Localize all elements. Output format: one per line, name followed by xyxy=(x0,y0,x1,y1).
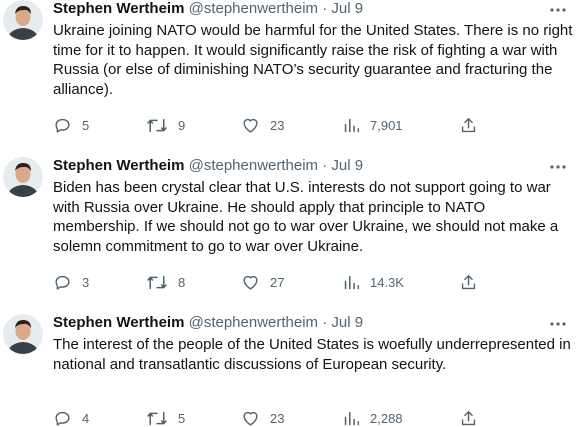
retweet-button[interactable]: 9 xyxy=(146,115,185,135)
views-icon xyxy=(344,118,360,132)
author-handle[interactable]: @stephenwertheim xyxy=(189,157,318,174)
more-icon[interactable] xyxy=(549,157,567,177)
views-icon xyxy=(344,411,360,425)
reply-icon xyxy=(55,411,70,426)
heart-icon xyxy=(243,275,258,290)
tweet-actions: 5 9 23 7,901 xyxy=(53,115,483,135)
reply-button[interactable]: 4 xyxy=(53,408,89,427)
reply-count: 4 xyxy=(82,410,90,426)
retweet-button[interactable]: 8 xyxy=(146,272,185,292)
like-button[interactable]: 27 xyxy=(241,272,284,292)
tweet-header: Stephen Wertheim @stephenwertheim · Jul … xyxy=(53,313,577,333)
more-icon[interactable] xyxy=(549,0,567,20)
author-handle[interactable]: @stephenwertheim xyxy=(189,314,318,331)
views-count: 7,901 xyxy=(370,117,403,133)
views-count: 2,288 xyxy=(370,410,403,426)
views-button[interactable]: 14.3K xyxy=(343,272,404,292)
share-icon xyxy=(461,410,476,425)
reply-icon xyxy=(55,275,70,290)
separator-dot: · xyxy=(322,157,328,174)
reply-count: 5 xyxy=(82,117,90,133)
tweet-header: Stephen Wertheim @stephenwertheim · Jul … xyxy=(53,156,577,176)
like-count: 23 xyxy=(270,117,285,133)
separator-dot: · xyxy=(322,0,328,17)
avatar[interactable] xyxy=(3,157,43,197)
heart-icon xyxy=(243,118,258,133)
retweet-count: 9 xyxy=(178,117,186,133)
retweet-count: 5 xyxy=(178,410,186,426)
share-button[interactable] xyxy=(459,272,478,292)
retweet-count: 8 xyxy=(178,274,186,290)
tweet-actions: 4 5 23 2,288 xyxy=(53,408,483,427)
retweet-button[interactable]: 5 xyxy=(146,408,185,427)
views-count: 14.3K xyxy=(370,274,404,290)
share-button[interactable] xyxy=(459,408,478,427)
like-button[interactable]: 23 xyxy=(241,408,284,427)
avatar[interactable] xyxy=(3,314,43,354)
author-name[interactable]: Stephen Wertheim xyxy=(53,157,184,174)
reply-button[interactable]: 5 xyxy=(53,115,89,135)
share-icon xyxy=(461,274,476,289)
like-button[interactable]: 23 xyxy=(241,115,284,135)
timestamp[interactable]: Jul 9 xyxy=(331,157,363,174)
heart-icon xyxy=(243,411,258,426)
author-name[interactable]: Stephen Wertheim xyxy=(53,0,184,17)
retweet-icon xyxy=(147,275,167,289)
tweet-feed: Stephen Wertheim @stephenwertheim · Jul … xyxy=(0,0,577,427)
tweet-text: The interest of the people of the United… xyxy=(53,336,571,373)
like-count: 27 xyxy=(270,274,285,290)
tweet-text: Ukraine joining NATO would be harmful fo… xyxy=(53,22,573,98)
avatar[interactable] xyxy=(3,0,43,40)
reply-count: 3 xyxy=(82,274,90,290)
tweet-text: Biden has been crystal clear that U.S. i… xyxy=(53,179,559,255)
timestamp[interactable]: Jul 9 xyxy=(331,314,363,331)
tweet-actions: 3 8 27 14.3K xyxy=(53,272,483,292)
like-count: 23 xyxy=(270,410,285,426)
share-icon xyxy=(461,117,476,132)
share-button[interactable] xyxy=(459,115,478,135)
author-handle[interactable]: @stephenwertheim xyxy=(189,0,318,17)
timestamp[interactable]: Jul 9 xyxy=(331,0,363,17)
reply-button[interactable]: 3 xyxy=(53,272,89,292)
retweet-icon xyxy=(147,411,167,425)
author-name[interactable]: Stephen Wertheim xyxy=(53,314,184,331)
tweet-header: Stephen Wertheim @stephenwertheim · Jul … xyxy=(53,0,577,19)
views-button[interactable]: 7,901 xyxy=(343,115,403,135)
retweet-icon xyxy=(147,118,167,132)
views-icon xyxy=(344,275,360,289)
reply-icon xyxy=(55,118,70,133)
more-icon[interactable] xyxy=(549,314,567,334)
separator-dot: · xyxy=(322,314,328,331)
views-button[interactable]: 2,288 xyxy=(343,408,403,427)
